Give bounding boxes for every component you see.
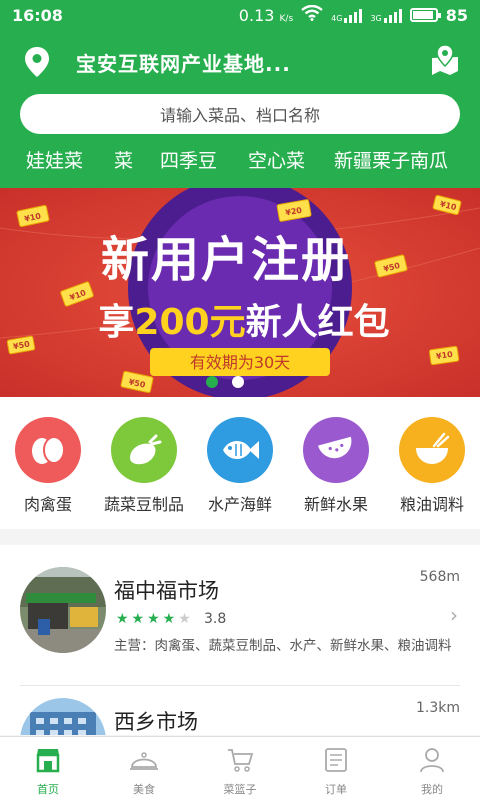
cart-icon — [226, 747, 254, 777]
market-photo — [20, 698, 106, 735]
signal-3g-icon: 3G — [370, 7, 402, 23]
cloche-icon — [129, 747, 159, 777]
keyword-item[interactable]: 菜 — [114, 146, 133, 173]
list-item[interactable]: 西乡市场 1.3km — [0, 686, 480, 735]
chevron-right-icon: › — [450, 603, 458, 627]
category-grid: 肉禽蛋 蔬菜豆制品 水产海鲜 新鲜水果 粮油调料 — [0, 397, 480, 529]
market-distance: 1.3km — [415, 700, 460, 716]
category-vegetables[interactable]: 蔬菜豆制品 — [96, 417, 192, 515]
category-label: 粮油调料 — [399, 495, 464, 514]
market-name: 福中福市场 — [114, 579, 219, 603]
market-rating: 3.8 — [204, 611, 227, 627]
search-input[interactable]: 请输入菜品、档口名称 — [20, 94, 460, 134]
validity-text: 有效期为30天 — [190, 353, 290, 372]
status-time: 16:08 — [12, 5, 63, 25]
category-label: 水产海鲜 — [207, 495, 272, 514]
map-pin-icon[interactable] — [430, 44, 460, 80]
market-distance: 568m — [419, 569, 460, 585]
keyword-item[interactable]: 娃娃菜 — [26, 146, 83, 173]
home-icon — [35, 747, 61, 777]
keyword-item[interactable]: 空心菜 — [248, 146, 305, 173]
carousel-dots — [206, 376, 244, 388]
user-icon — [419, 747, 445, 777]
search-placeholder: 请输入菜品、档口名称 — [159, 106, 320, 125]
hot-keywords: 娃娃菜 菜 四季豆 空心菜 新疆栗子南瓜 — [0, 146, 480, 178]
bottom-tab-bar: 首页 美食 菜篮子 订单 我的 — [0, 736, 480, 800]
keyword-item[interactable]: 四季豆 — [160, 146, 217, 173]
pin-icon[interactable] — [24, 46, 50, 82]
network-speed: 0.13 K/s — [238, 5, 294, 25]
tab-label: 首页 — [37, 783, 59, 796]
top-header: 16:08 0.13 K/s 4G 3G 85 宝安互联网产业基地... 请输入… — [0, 0, 480, 188]
status-bar: 16:08 0.13 K/s 4G 3G 85 — [0, 0, 480, 30]
category-label: 肉禽蛋 — [23, 495, 72, 514]
list-item[interactable]: 福中福市场 568m ★★★★★ 3.8 › 主营：肉禽蛋、蔬菜豆制品、水产、新… — [0, 545, 480, 685]
signal-4g-icon: 4G — [331, 7, 363, 23]
carousel-dot[interactable] — [232, 376, 244, 388]
tab-label: 我的 — [421, 783, 443, 796]
category-fruit[interactable]: 新鲜水果 — [288, 417, 384, 515]
egg-icon — [15, 417, 81, 483]
market-list: 福中福市场 568m ★★★★★ 3.8 › 主营：肉禽蛋、蔬菜豆制品、水产、新… — [0, 545, 480, 735]
rating-stars: ★★★★★ — [116, 611, 194, 627]
carousel-dot[interactable] — [206, 376, 218, 388]
current-location[interactable]: 宝安互联网产业基地... — [76, 48, 291, 77]
banner-subline: 享200元新人红包 — [98, 302, 389, 343]
keyword-item[interactable]: 新疆栗子南瓜 — [334, 146, 448, 173]
tab-home[interactable]: 首页 — [0, 737, 96, 800]
tab-label: 美食 — [133, 783, 155, 796]
banner-art: ¥10 ¥20 ¥50 ¥10 ¥50 ¥10 ¥50 ¥10 新用户注册 享2… — [0, 188, 480, 397]
market-name: 西乡市场 — [114, 710, 198, 734]
watermelon-icon — [303, 417, 369, 483]
tab-basket[interactable]: 菜篮子 — [192, 737, 288, 800]
market-photo — [20, 567, 106, 653]
fish-icon — [207, 417, 273, 483]
battery-icon — [409, 8, 441, 22]
order-icon — [324, 747, 348, 777]
promo-banner[interactable]: ¥10 ¥20 ¥50 ¥10 ¥50 ¥10 ¥50 ¥10 新用户注册 享2… — [0, 188, 480, 397]
category-meat-eggs[interactable]: 肉禽蛋 — [0, 417, 96, 515]
battery-level: 85 — [445, 5, 468, 25]
tab-orders[interactable]: 订单 — [288, 737, 384, 800]
category-grain-oil[interactable]: 粮油调料 — [384, 417, 480, 515]
tab-profile[interactable]: 我的 — [384, 737, 480, 800]
category-label: 蔬菜豆制品 — [103, 495, 184, 514]
eggplant-icon — [111, 417, 177, 483]
banner-headline: 新用户注册 — [101, 232, 351, 288]
wifi-icon — [301, 4, 323, 25]
bowl-icon — [399, 417, 465, 483]
category-seafood[interactable]: 水产海鲜 — [192, 417, 288, 515]
category-label: 新鲜水果 — [303, 495, 368, 514]
tab-food[interactable]: 美食 — [96, 737, 192, 800]
tab-label: 订单 — [325, 783, 347, 796]
market-main-products: 主营：肉禽蛋、蔬菜豆制品、水产、新鲜水果、粮油调料 — [114, 638, 452, 654]
tab-label: 菜篮子 — [223, 783, 257, 796]
